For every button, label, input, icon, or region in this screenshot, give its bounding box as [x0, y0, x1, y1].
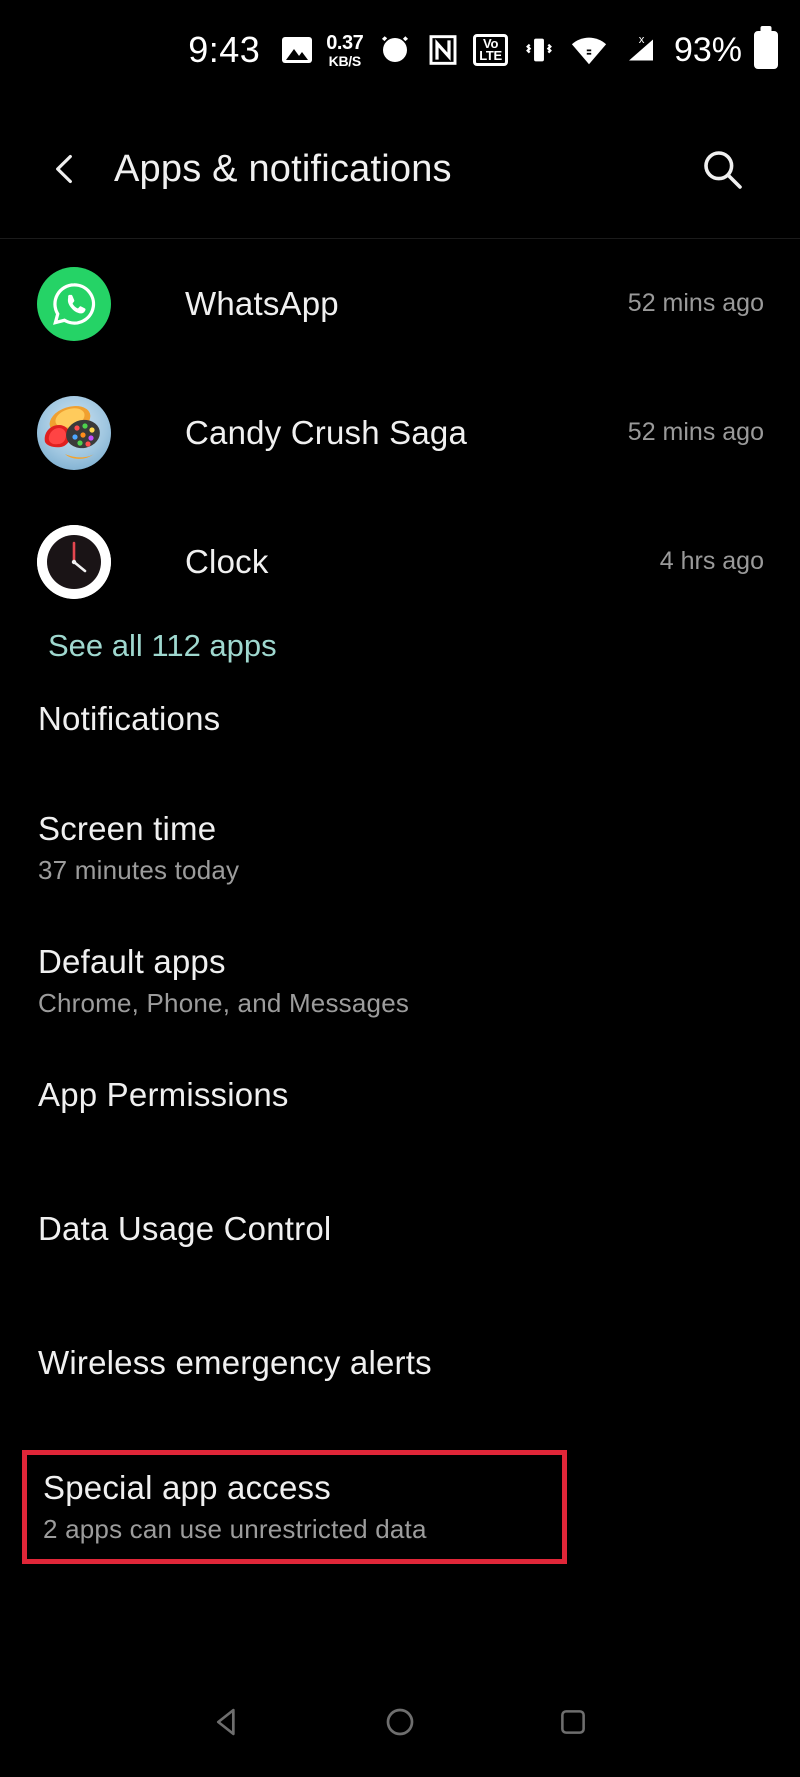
search-button[interactable] [690, 137, 754, 201]
settings-item-wireless-emergency-alerts[interactable]: Wireless emergency alerts [0, 1344, 432, 1382]
phone-screen: 9:43 0.37 KB/S Vo LTE x 93% Apps & notif… [0, 0, 800, 1777]
volte-icon: Vo LTE [473, 30, 508, 70]
back-button[interactable] [30, 134, 100, 204]
svg-text:x: x [639, 34, 645, 46]
app-last-used: 52 mins ago [627, 289, 764, 317]
settings-item-data-usage-control[interactable]: Data Usage Control [0, 1210, 331, 1248]
app-name: Clock [185, 542, 269, 580]
app-header: Apps & notifications [0, 100, 800, 238]
settings-item-subtitle: Chrome, Phone, and Messages [38, 988, 410, 1018]
app-last-used: 52 mins ago [627, 418, 764, 446]
app-name: Candy Crush Saga [185, 413, 468, 451]
settings-item-title: Notifications [38, 700, 221, 737]
page-title: Apps & notifications [114, 147, 452, 190]
settings-item-default-apps[interactable]: Default apps Chrome, Phone, and Messages [0, 943, 409, 1019]
nav-recents-icon[interactable] [533, 1682, 613, 1762]
battery-icon [754, 30, 778, 70]
settings-item-title: Special app access [43, 1469, 331, 1506]
settings-item-title: Data Usage Control [38, 1210, 332, 1247]
photo-icon [282, 30, 313, 70]
network-speed-value: 0.37 [326, 31, 364, 54]
app-name: WhatsApp [185, 284, 339, 322]
settings-item-title: Default apps [38, 943, 226, 980]
android-nav-bar [0, 1667, 800, 1777]
candy-crush-icon [37, 395, 111, 470]
settings-item-screen-time[interactable]: Screen time 37 minutes today [0, 810, 239, 886]
nav-back-icon[interactable] [187, 1682, 267, 1762]
app-last-used: 4 hrs ago [659, 547, 764, 575]
alarm-icon [377, 30, 413, 70]
volte-bottom-label: LTE [479, 48, 502, 63]
nav-home-icon[interactable] [360, 1682, 440, 1762]
settings-item-title: Screen time [38, 810, 217, 847]
battery-percent-label: 93% [673, 30, 742, 69]
signal-icon: x [622, 30, 660, 70]
list-item[interactable]: Clock 4 hrs ago [0, 497, 800, 626]
clock-icon [37, 524, 111, 599]
recent-apps-list: WhatsApp 52 mins ago Candy Crush Saga 52… [0, 239, 800, 626]
settings-item-title: App Permissions [38, 1076, 289, 1113]
list-item[interactable]: WhatsApp 52 mins ago [0, 239, 800, 368]
settings-item-special-app-access[interactable]: Special app access 2 apps can use unrest… [22, 1450, 567, 1564]
settings-item-notifications[interactable]: Notifications [0, 700, 220, 738]
vibrate-icon [522, 30, 556, 70]
settings-item-subtitle: 37 minutes today [38, 855, 240, 885]
status-bar: 9:43 0.37 KB/S Vo LTE x 93% [0, 0, 800, 100]
nfc-icon [427, 30, 459, 70]
see-all-apps-link[interactable]: See all 112 apps [48, 628, 277, 664]
settings-item-title: Wireless emergency alerts [38, 1344, 432, 1381]
wifi-icon [570, 30, 608, 70]
settings-item-app-permissions[interactable]: App Permissions [0, 1076, 289, 1114]
network-speed-unit: KB/S [328, 52, 362, 69]
settings-item-subtitle: 2 apps can use unrestricted data [43, 1514, 427, 1544]
list-item[interactable]: Candy Crush Saga 52 mins ago [0, 368, 800, 497]
status-clock: 9:43 [188, 29, 261, 70]
network-speed-icon: 0.37 KB/S [326, 30, 363, 70]
whatsapp-icon [37, 266, 111, 341]
